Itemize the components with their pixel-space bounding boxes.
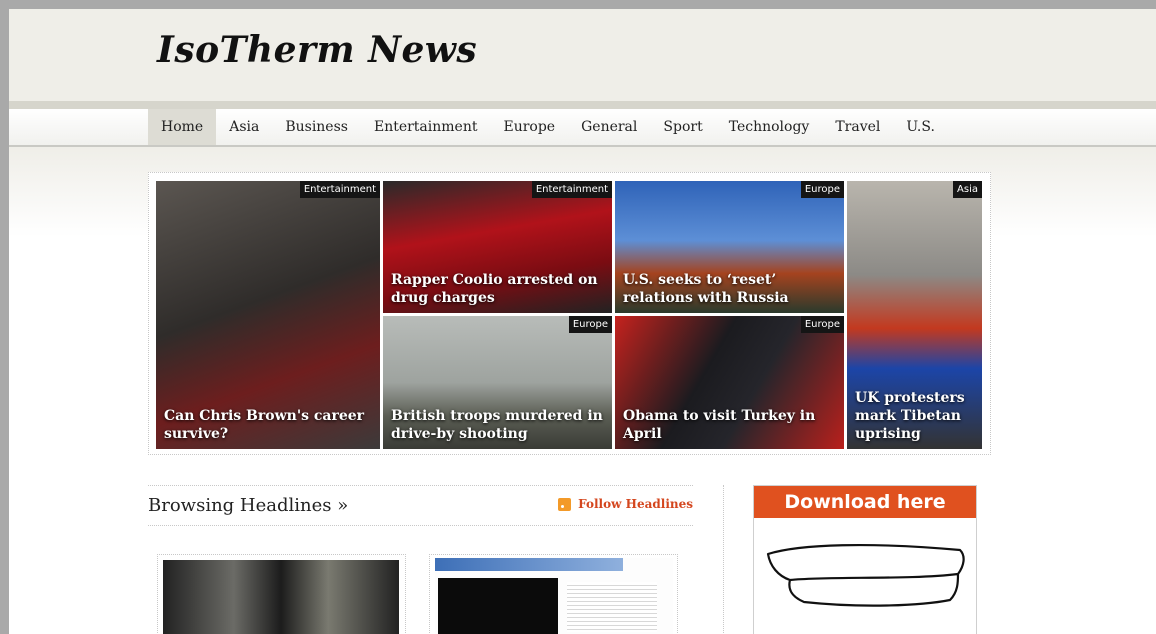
headlines-header: Browsing Headlines » Follow Headlines: [148, 485, 693, 526]
story-title[interactable]: Obama to visit Turkey in April: [623, 407, 838, 443]
category-badge[interactable]: Asia: [953, 181, 982, 198]
nav-item-business[interactable]: Business: [272, 109, 361, 145]
text-preview: [567, 582, 657, 632]
thumbnail-image[interactable]: [435, 558, 673, 634]
nav-item-home[interactable]: Home: [148, 109, 217, 145]
category-badge[interactable]: Europe: [568, 316, 612, 333]
nav-item-sport[interactable]: Sport: [650, 109, 715, 145]
story-title[interactable]: Rapper Coolio arrested on drug charges: [391, 271, 606, 307]
headline-thumbnail[interactable]: [157, 554, 406, 634]
download-button[interactable]: Download here: [754, 486, 976, 518]
story-title[interactable]: UK protesters mark Tibetan uprising: [855, 389, 976, 443]
nav-item-general[interactable]: General: [568, 109, 650, 145]
nav-item-asia[interactable]: Asia: [216, 109, 272, 145]
scribble-graphic: [766, 543, 965, 607]
featured-story[interactable]: Asia UK protesters mark Tibetan uprising: [847, 181, 982, 449]
site-logo[interactable]: IsoTherm News: [157, 29, 477, 71]
thumbnail-banner: [435, 558, 623, 571]
sidebar-ad: Download here: [753, 485, 977, 634]
featured-story[interactable]: Europe Obama to visit Turkey in April: [615, 316, 844, 449]
story-title[interactable]: Can Chris Brown's career survive?: [164, 407, 374, 443]
featured-story[interactable]: Entertainment Can Chris Brown's career s…: [156, 181, 380, 449]
nav-item-technology[interactable]: Technology: [716, 109, 823, 145]
story-title[interactable]: U.S. seeks to ‘reset’ relations with Rus…: [623, 271, 838, 307]
follow-headlines-link[interactable]: Follow Headlines: [558, 497, 693, 511]
headline-thumbnail[interactable]: [429, 554, 678, 634]
featured-story[interactable]: Entertainment Rapper Coolio arrested on …: [383, 181, 612, 313]
featured-story[interactable]: Europe U.S. seeks to ‘reset’ relations w…: [615, 181, 844, 313]
nav-item-us[interactable]: U.S.: [893, 109, 948, 145]
main-navigation: Home Asia Business Entertainment Europe …: [9, 109, 1156, 147]
video-preview: [438, 578, 558, 634]
category-badge[interactable]: Europe: [800, 181, 844, 198]
section-title: Browsing Headlines »: [148, 495, 349, 516]
category-badge[interactable]: Entertainment: [299, 181, 380, 198]
featured-story[interactable]: Europe British troops murdered in drive-…: [383, 316, 612, 449]
follow-label: Follow Headlines: [578, 497, 693, 511]
category-badge[interactable]: Entertainment: [531, 181, 612, 198]
nav-item-europe[interactable]: Europe: [490, 109, 568, 145]
story-title[interactable]: British troops murdered in drive-by shoo…: [391, 407, 606, 443]
nav-item-travel[interactable]: Travel: [822, 109, 893, 145]
featured-grid: Entertainment Can Chris Brown's career s…: [148, 172, 991, 455]
sidebar-divider: [723, 485, 724, 634]
thumbnail-image[interactable]: [163, 560, 399, 634]
rss-icon: [558, 497, 572, 511]
header-divider: [9, 101, 1156, 109]
site-header: IsoTherm News: [9, 9, 1156, 101]
browser-viewport: IsoTherm News Home Asia Business Enterta…: [9, 9, 1156, 634]
category-badge[interactable]: Europe: [800, 316, 844, 333]
nav-item-entertainment[interactable]: Entertainment: [361, 109, 491, 145]
